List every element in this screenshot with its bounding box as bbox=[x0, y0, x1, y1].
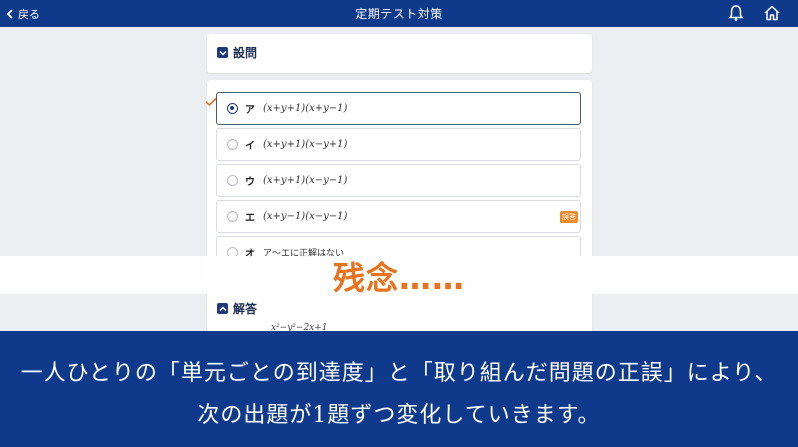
question-card: 設問 bbox=[207, 34, 592, 73]
option-a[interactable]: ア (x+y+1)(x+y−1) bbox=[216, 92, 581, 125]
home-icon[interactable] bbox=[762, 3, 782, 23]
bell-icon[interactable] bbox=[726, 3, 746, 23]
option-label: ア bbox=[245, 105, 255, 116]
option-expression: (x+y+1)(x−y+1) bbox=[263, 139, 348, 150]
answer-heading: 解答 bbox=[233, 302, 258, 316]
radio-button-selected[interactable] bbox=[227, 103, 238, 114]
option-u[interactable]: ウ (x+y+1)(x−y−1) bbox=[216, 164, 581, 197]
caption-line-2: 次の出題が1題ずつ変化していきます。 bbox=[197, 403, 601, 428]
option-label: イ bbox=[245, 141, 255, 152]
option-label: ウ bbox=[245, 177, 255, 188]
option-expression: (x+y−1)(x−y−1) bbox=[263, 211, 348, 222]
question-heading: 設問 bbox=[233, 46, 258, 60]
caption-line-1: 一人ひとりの「単元ごとの到達度」と「取り組んだ問題の正誤」により、 bbox=[20, 361, 778, 386]
answer-section-header[interactable]: 解答 bbox=[217, 300, 257, 317]
top-bar: 戻る 定期テスト対策 bbox=[0, 0, 798, 27]
option-expression: (x+y+1)(x−y−1) bbox=[263, 175, 348, 186]
option-expression: (x+y+1)(x+y−1) bbox=[263, 103, 348, 114]
wrong-answer-badge: 誤答 bbox=[560, 211, 578, 223]
caption-panel bbox=[0, 331, 798, 447]
option-e[interactable]: エ (x+y−1)(x−y−1) 誤答 bbox=[216, 200, 581, 233]
radio-button[interactable] bbox=[227, 175, 238, 186]
option-label: エ bbox=[245, 213, 255, 224]
result-text: 残念…… bbox=[332, 259, 465, 297]
question-section-header[interactable]: 設問 bbox=[217, 44, 257, 61]
collapse-toggle-icon bbox=[217, 47, 228, 58]
collapse-toggle-icon bbox=[217, 303, 228, 314]
option-i[interactable]: イ (x+y+1)(x−y+1) bbox=[216, 128, 581, 161]
radio-button[interactable] bbox=[227, 211, 238, 222]
page-title: 定期テスト対策 bbox=[355, 7, 443, 21]
radio-button[interactable] bbox=[227, 139, 238, 150]
